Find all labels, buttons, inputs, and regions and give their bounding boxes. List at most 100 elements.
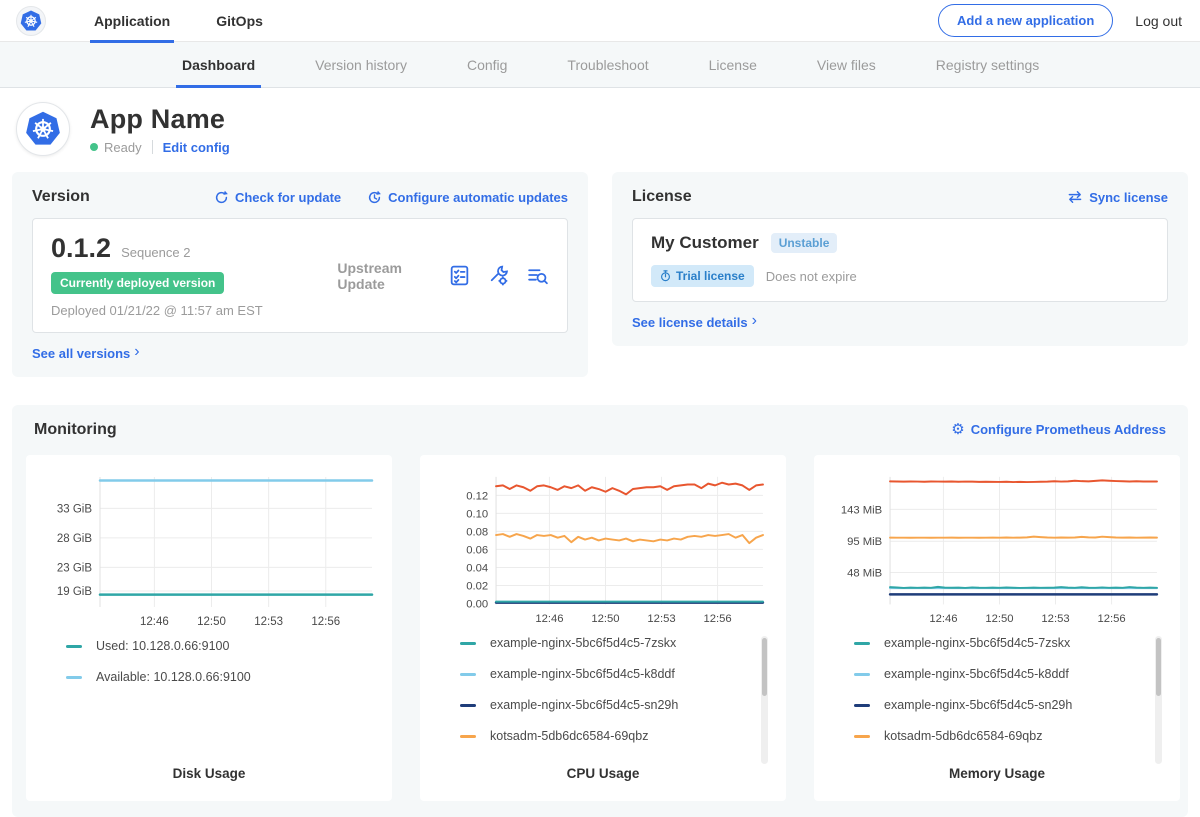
configure-automatic-updates-link[interactable]: Configure automatic updates xyxy=(367,190,568,205)
legend-color-dash xyxy=(854,704,870,707)
ready-status-dot xyxy=(90,143,98,151)
legend-label: example-nginx-5bc6f5d4c5-7zskx xyxy=(884,636,1070,650)
gear-icon: ⚙ xyxy=(951,422,964,437)
scrollbar-thumb[interactable] xyxy=(762,638,767,696)
legend-color-dash xyxy=(460,642,476,645)
legend-color-dash xyxy=(460,735,476,738)
svg-text:95 MiB: 95 MiB xyxy=(847,536,882,548)
app-status-text: Ready xyxy=(104,140,142,155)
legend-item: Used: 10.128.0.66:9100 xyxy=(66,639,358,653)
legend-item: example-nginx-5bc6f5d4c5-sn29h xyxy=(460,698,752,712)
monitoring-title: Monitoring xyxy=(34,421,117,439)
svg-text:12:53: 12:53 xyxy=(647,613,675,625)
legend-color-dash xyxy=(854,735,870,738)
svg-text:12:53: 12:53 xyxy=(254,616,283,628)
legend-label: example-nginx-5bc6f5d4c5-sn29h xyxy=(490,698,678,712)
version-sequence: Sequence 2 xyxy=(121,245,190,260)
svg-text:0.02: 0.02 xyxy=(466,580,488,592)
svg-text:12:50: 12:50 xyxy=(591,613,619,625)
tab-version-history[interactable]: Version history xyxy=(309,42,413,87)
kubernetes-logo-icon[interactable] xyxy=(16,6,46,36)
customer-name: My Customer xyxy=(651,233,759,253)
svg-text:0.00: 0.00 xyxy=(466,598,488,610)
preflight-checklist-icon[interactable] xyxy=(448,264,471,287)
legend-label: example-nginx-5bc6f5d4c5-sn29h xyxy=(884,698,1072,712)
chevron-right-icon: › xyxy=(752,313,757,329)
legend-label: kotsadm-5db6dc6584-69qbz xyxy=(884,729,1042,743)
edit-config-link[interactable]: Edit config xyxy=(163,140,230,155)
check-for-update-link[interactable]: Check for update xyxy=(214,190,341,205)
sync-license-link[interactable]: Sync license xyxy=(1067,190,1168,205)
tab-dashboard[interactable]: Dashboard xyxy=(176,42,261,87)
svg-text:0.10: 0.10 xyxy=(466,508,488,520)
svg-text:28 GiB: 28 GiB xyxy=(57,533,92,545)
chart-title: CPU Usage xyxy=(432,760,774,789)
page-title: App Name xyxy=(90,104,230,135)
line-chart[interactable]: 48 MiB95 MiB143 MiB12:4612:5012:5312:56 xyxy=(826,469,1168,626)
svg-text:12:50: 12:50 xyxy=(197,616,226,628)
legend-color-dash xyxy=(66,645,82,648)
chart-title: Memory Usage xyxy=(826,760,1168,789)
version-number: 0.1.2 xyxy=(51,233,111,264)
svg-text:0.08: 0.08 xyxy=(466,526,488,538)
svg-text:0.06: 0.06 xyxy=(466,544,488,556)
tab-troubleshoot[interactable]: Troubleshoot xyxy=(561,42,654,87)
legend-color-dash xyxy=(854,673,870,676)
legend-color-dash xyxy=(460,673,476,676)
line-chart[interactable]: 19 GiB23 GiB28 GiB33 GiB12:4612:5012:531… xyxy=(38,469,380,629)
stopwatch-icon xyxy=(660,270,671,282)
nav-tab-application[interactable]: Application xyxy=(90,0,174,42)
deployed-timestamp: Deployed 01/21/22 @ 11:57 am EST xyxy=(51,303,337,318)
configure-prometheus-link[interactable]: ⚙ Configure Prometheus Address xyxy=(951,422,1166,437)
tab-config[interactable]: Config xyxy=(461,42,513,87)
chart-legend: example-nginx-5bc6f5d4c5-7zskx example-ng… xyxy=(854,636,1168,760)
legend-label: example-nginx-5bc6f5d4c5-k8ddf xyxy=(490,667,675,681)
tab-view-files[interactable]: View files xyxy=(811,42,882,87)
currently-deployed-badge: Currently deployed version xyxy=(51,272,224,294)
legend-label: Used: 10.128.0.66:9100 xyxy=(96,639,229,653)
scrollbar-thumb[interactable] xyxy=(1156,638,1161,696)
tab-registry-settings[interactable]: Registry settings xyxy=(930,42,1045,87)
legend-item: example-nginx-5bc6f5d4c5-k8ddf xyxy=(854,667,1146,681)
legend-label: example-nginx-5bc6f5d4c5-7zskx xyxy=(490,636,676,650)
chart-title: Disk Usage xyxy=(38,760,380,789)
deploy-logs-icon[interactable] xyxy=(526,264,549,287)
svg-text:19 GiB: 19 GiB xyxy=(57,586,92,598)
legend-item: example-nginx-5bc6f5d4c5-sn29h xyxy=(854,698,1146,712)
tab-license[interactable]: License xyxy=(703,42,763,87)
see-all-versions-link[interactable]: See all versions › xyxy=(32,345,568,361)
legend-item: kotsadm-5db6dc6584-69qbz xyxy=(460,729,752,743)
legend-item: example-nginx-5bc6f5d4c5-7zskx xyxy=(460,636,752,650)
legend-color-dash xyxy=(460,704,476,707)
version-card-title: Version xyxy=(32,188,90,206)
channel-badge: Unstable xyxy=(771,233,838,253)
chevron-right-icon: › xyxy=(134,344,139,360)
legend-color-dash xyxy=(66,676,82,679)
legend-scrollbar[interactable] xyxy=(1155,636,1162,764)
svg-text:12:46: 12:46 xyxy=(140,616,169,628)
legend-item: kotsadm-5db6dc6584-69qbz xyxy=(854,729,1146,743)
logout-button[interactable]: Log out xyxy=(1135,13,1182,29)
see-license-details-link[interactable]: See license details › xyxy=(632,314,1168,330)
legend-label: example-nginx-5bc6f5d4c5-k8ddf xyxy=(884,667,1069,681)
chart-card-disk-usage: 19 GiB23 GiB28 GiB33 GiB12:4612:5012:531… xyxy=(26,455,392,801)
top-nav: Application GitOps Add a new application… xyxy=(0,0,1200,42)
chart-card-cpu-usage: 0.000.020.040.060.080.100.1212:4612:5012… xyxy=(420,455,786,801)
current-version-row: 0.1.2 Sequence 2 Currently deployed vers… xyxy=(32,218,568,333)
svg-text:143 MiB: 143 MiB xyxy=(841,504,882,516)
line-chart[interactable]: 0.000.020.040.060.080.100.1212:4612:5012… xyxy=(432,469,774,626)
nav-tab-gitops[interactable]: GitOps xyxy=(212,0,267,42)
config-wrench-icon[interactable] xyxy=(487,264,510,287)
svg-text:33 GiB: 33 GiB xyxy=(57,503,92,515)
svg-text:48 MiB: 48 MiB xyxy=(847,567,882,579)
legend-scrollbar[interactable] xyxy=(761,636,768,764)
add-application-button[interactable]: Add a new application xyxy=(938,4,1113,37)
svg-text:23 GiB: 23 GiB xyxy=(57,562,92,574)
svg-text:12:56: 12:56 xyxy=(1097,613,1125,625)
svg-text:12:56: 12:56 xyxy=(703,613,731,625)
license-card-title: License xyxy=(632,188,692,206)
version-source-label: Upstream Update xyxy=(337,260,448,292)
svg-text:0.12: 0.12 xyxy=(466,490,488,502)
clock-refresh-icon xyxy=(367,190,382,205)
monitoring-section: Monitoring ⚙ Configure Prometheus Addres… xyxy=(12,405,1188,817)
